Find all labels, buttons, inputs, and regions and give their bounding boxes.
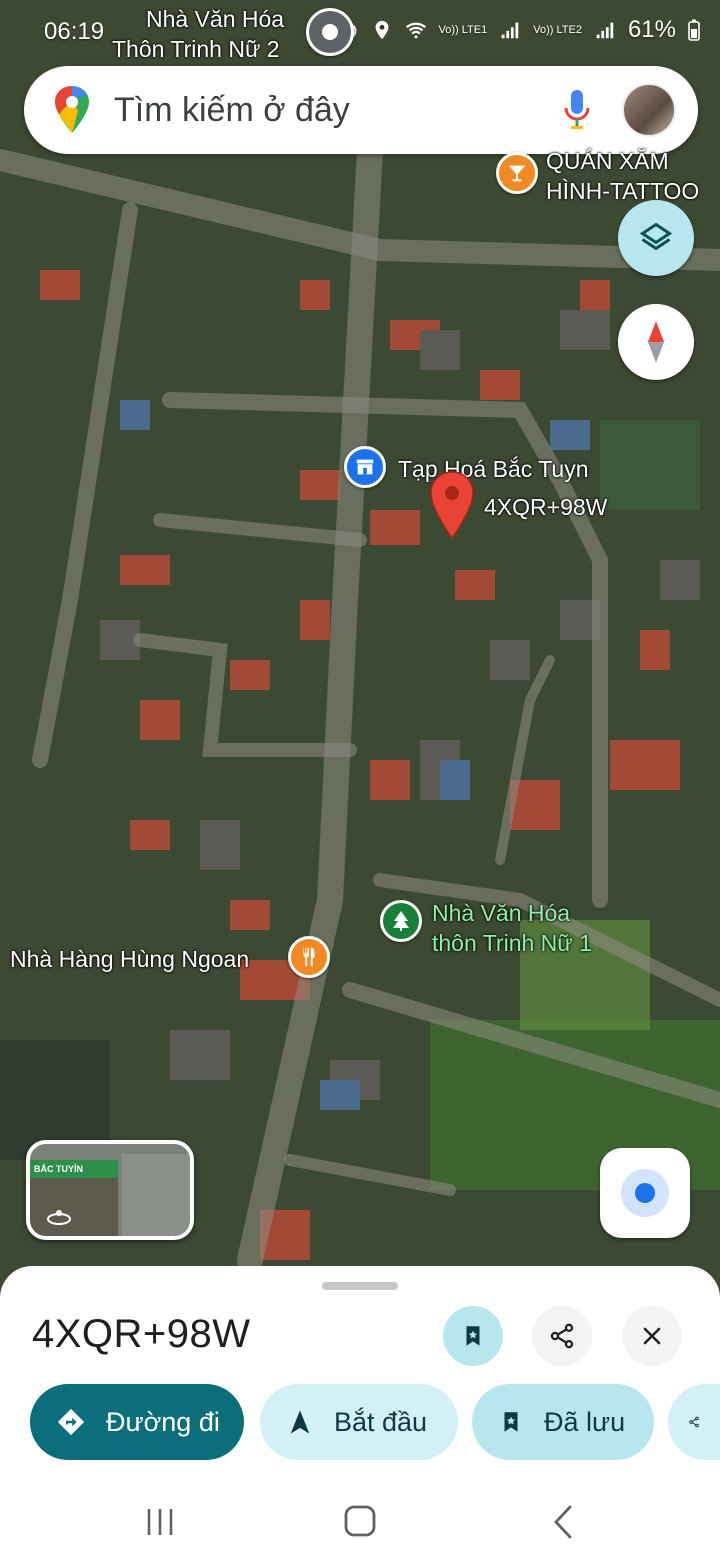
close-icon <box>643 1327 661 1345</box>
restaurant-pin[interactable] <box>288 936 330 978</box>
drag-handle[interactable] <box>322 1282 398 1290</box>
account-avatar[interactable] <box>622 83 676 137</box>
status-time: 06:19 <box>44 18 105 45</box>
layers-icon <box>639 222 673 251</box>
street-view-thumbnail[interactable]: BẮC TUYỈN <box>26 1140 194 1240</box>
culture-house-1-pin[interactable] <box>380 900 422 942</box>
label-line: Nhà Văn Hóa <box>432 900 571 926</box>
search-bar[interactable]: Tìm kiếm ở đây <box>24 66 698 154</box>
map-label-culture-house-1[interactable]: Nhà Văn Hóa thôn Trinh Nữ 1 <box>432 898 592 958</box>
sim1-signal: Vo)) LTE1 <box>438 23 488 36</box>
compass-button[interactable] <box>618 304 694 380</box>
bookmark-icon <box>504 1412 518 1432</box>
label-line: Nhà Văn Hóa <box>146 6 285 32</box>
shopfront <box>30 1178 118 1236</box>
close-button[interactable] <box>622 1306 682 1366</box>
label-line: HÌNH-TATTOO <box>546 178 700 204</box>
saved-chip[interactable]: Đã lưu <box>472 1384 654 1460</box>
status-icons: Vo)) LTE1 Vo)) LTE2 61% <box>337 16 700 44</box>
fork-knife-icon <box>303 947 315 967</box>
cocktail-icon <box>508 165 526 182</box>
search-input[interactable]: Tìm kiếm ở đây <box>114 91 562 130</box>
map-label-grocery-store[interactable]: Tạp Hoá Bắc Tuyn <box>398 454 589 484</box>
tree-icon <box>393 911 409 931</box>
place-title: 4XQR+98W <box>32 1312 251 1356</box>
directions-chip[interactable]: Đường đi <box>30 1384 244 1460</box>
building-side <box>122 1154 190 1236</box>
label-line: QUÁN XĂM <box>546 148 669 174</box>
my-location-button[interactable] <box>600 1148 690 1238</box>
recent-apps-icon[interactable] <box>144 1506 176 1538</box>
map-label-tattoo[interactable]: QUÁN XĂM HÌNH-TATTOO <box>546 146 699 206</box>
directions-icon <box>57 1408 85 1436</box>
home-icon[interactable] <box>343 1504 377 1538</box>
map-label-plus-code: 4XQR+98W <box>484 494 608 520</box>
map-label-restaurant[interactable]: Nhà Hàng Hùng Ngoan <box>10 944 249 974</box>
system-navigation-bar <box>0 1476 720 1560</box>
google-maps-logo-icon <box>55 86 89 133</box>
navigation-arrow-icon <box>290 1410 310 1434</box>
battery-icon <box>688 19 700 41</box>
map-label-culture-house-2[interactable]: Nhà Văn Hóa <box>146 4 284 34</box>
back-icon[interactable] <box>550 1504 576 1540</box>
action-chips: Đường đi Bắt đầu Đã lưu <box>30 1384 720 1460</box>
signal-icon <box>501 22 519 39</box>
dropped-pin-icon[interactable] <box>428 470 476 542</box>
wifi-icon <box>405 22 426 39</box>
location-icon <box>375 20 388 40</box>
compass-icon <box>647 321 665 363</box>
map-label-culture-house-2-line2: Thôn Trinh Nữ 2 <box>112 34 280 64</box>
start-chip[interactable]: Bắt đầu <box>260 1384 458 1460</box>
dot-icon <box>322 24 338 40</box>
share-chip[interactable] <box>668 1384 720 1460</box>
bookmark-icon <box>466 1326 480 1346</box>
label-line: thôn Trinh Nữ 1 <box>432 930 592 956</box>
chip-label: Đã lưu <box>544 1406 626 1437</box>
place-bottom-sheet[interactable]: 4XQR+98W Đường đi Bắt đầu Đã lưu <box>0 1266 720 1560</box>
chip-label: Bắt đầu <box>334 1406 428 1437</box>
my-location-icon <box>621 1169 669 1217</box>
grocery-store-pin[interactable] <box>344 446 386 488</box>
share-icon <box>689 1416 699 1428</box>
microphone-icon[interactable] <box>562 88 592 132</box>
label-line: Thôn Trinh Nữ 2 <box>112 36 280 62</box>
layers-button[interactable] <box>618 200 694 276</box>
share-icon <box>550 1323 574 1349</box>
battery-percent: 61% <box>627 16 676 43</box>
shop-icon <box>356 459 374 475</box>
sim2-signal: Vo)) LTE2 <box>533 23 582 36</box>
chip-label: Đường đi <box>106 1406 220 1437</box>
signal-icon <box>596 22 614 39</box>
save-bookmark-button[interactable] <box>443 1306 503 1366</box>
street-view-360-icon <box>47 1210 71 1225</box>
share-button[interactable] <box>532 1306 592 1366</box>
tattoo-pin[interactable] <box>496 152 538 194</box>
shop-sign: BẮC TUYỈN <box>30 1160 118 1178</box>
culture-house-pin-top[interactable] <box>306 8 354 56</box>
status-bar: 06:19 Vo)) LTE1 Vo)) LTE2 61% <box>0 0 720 62</box>
